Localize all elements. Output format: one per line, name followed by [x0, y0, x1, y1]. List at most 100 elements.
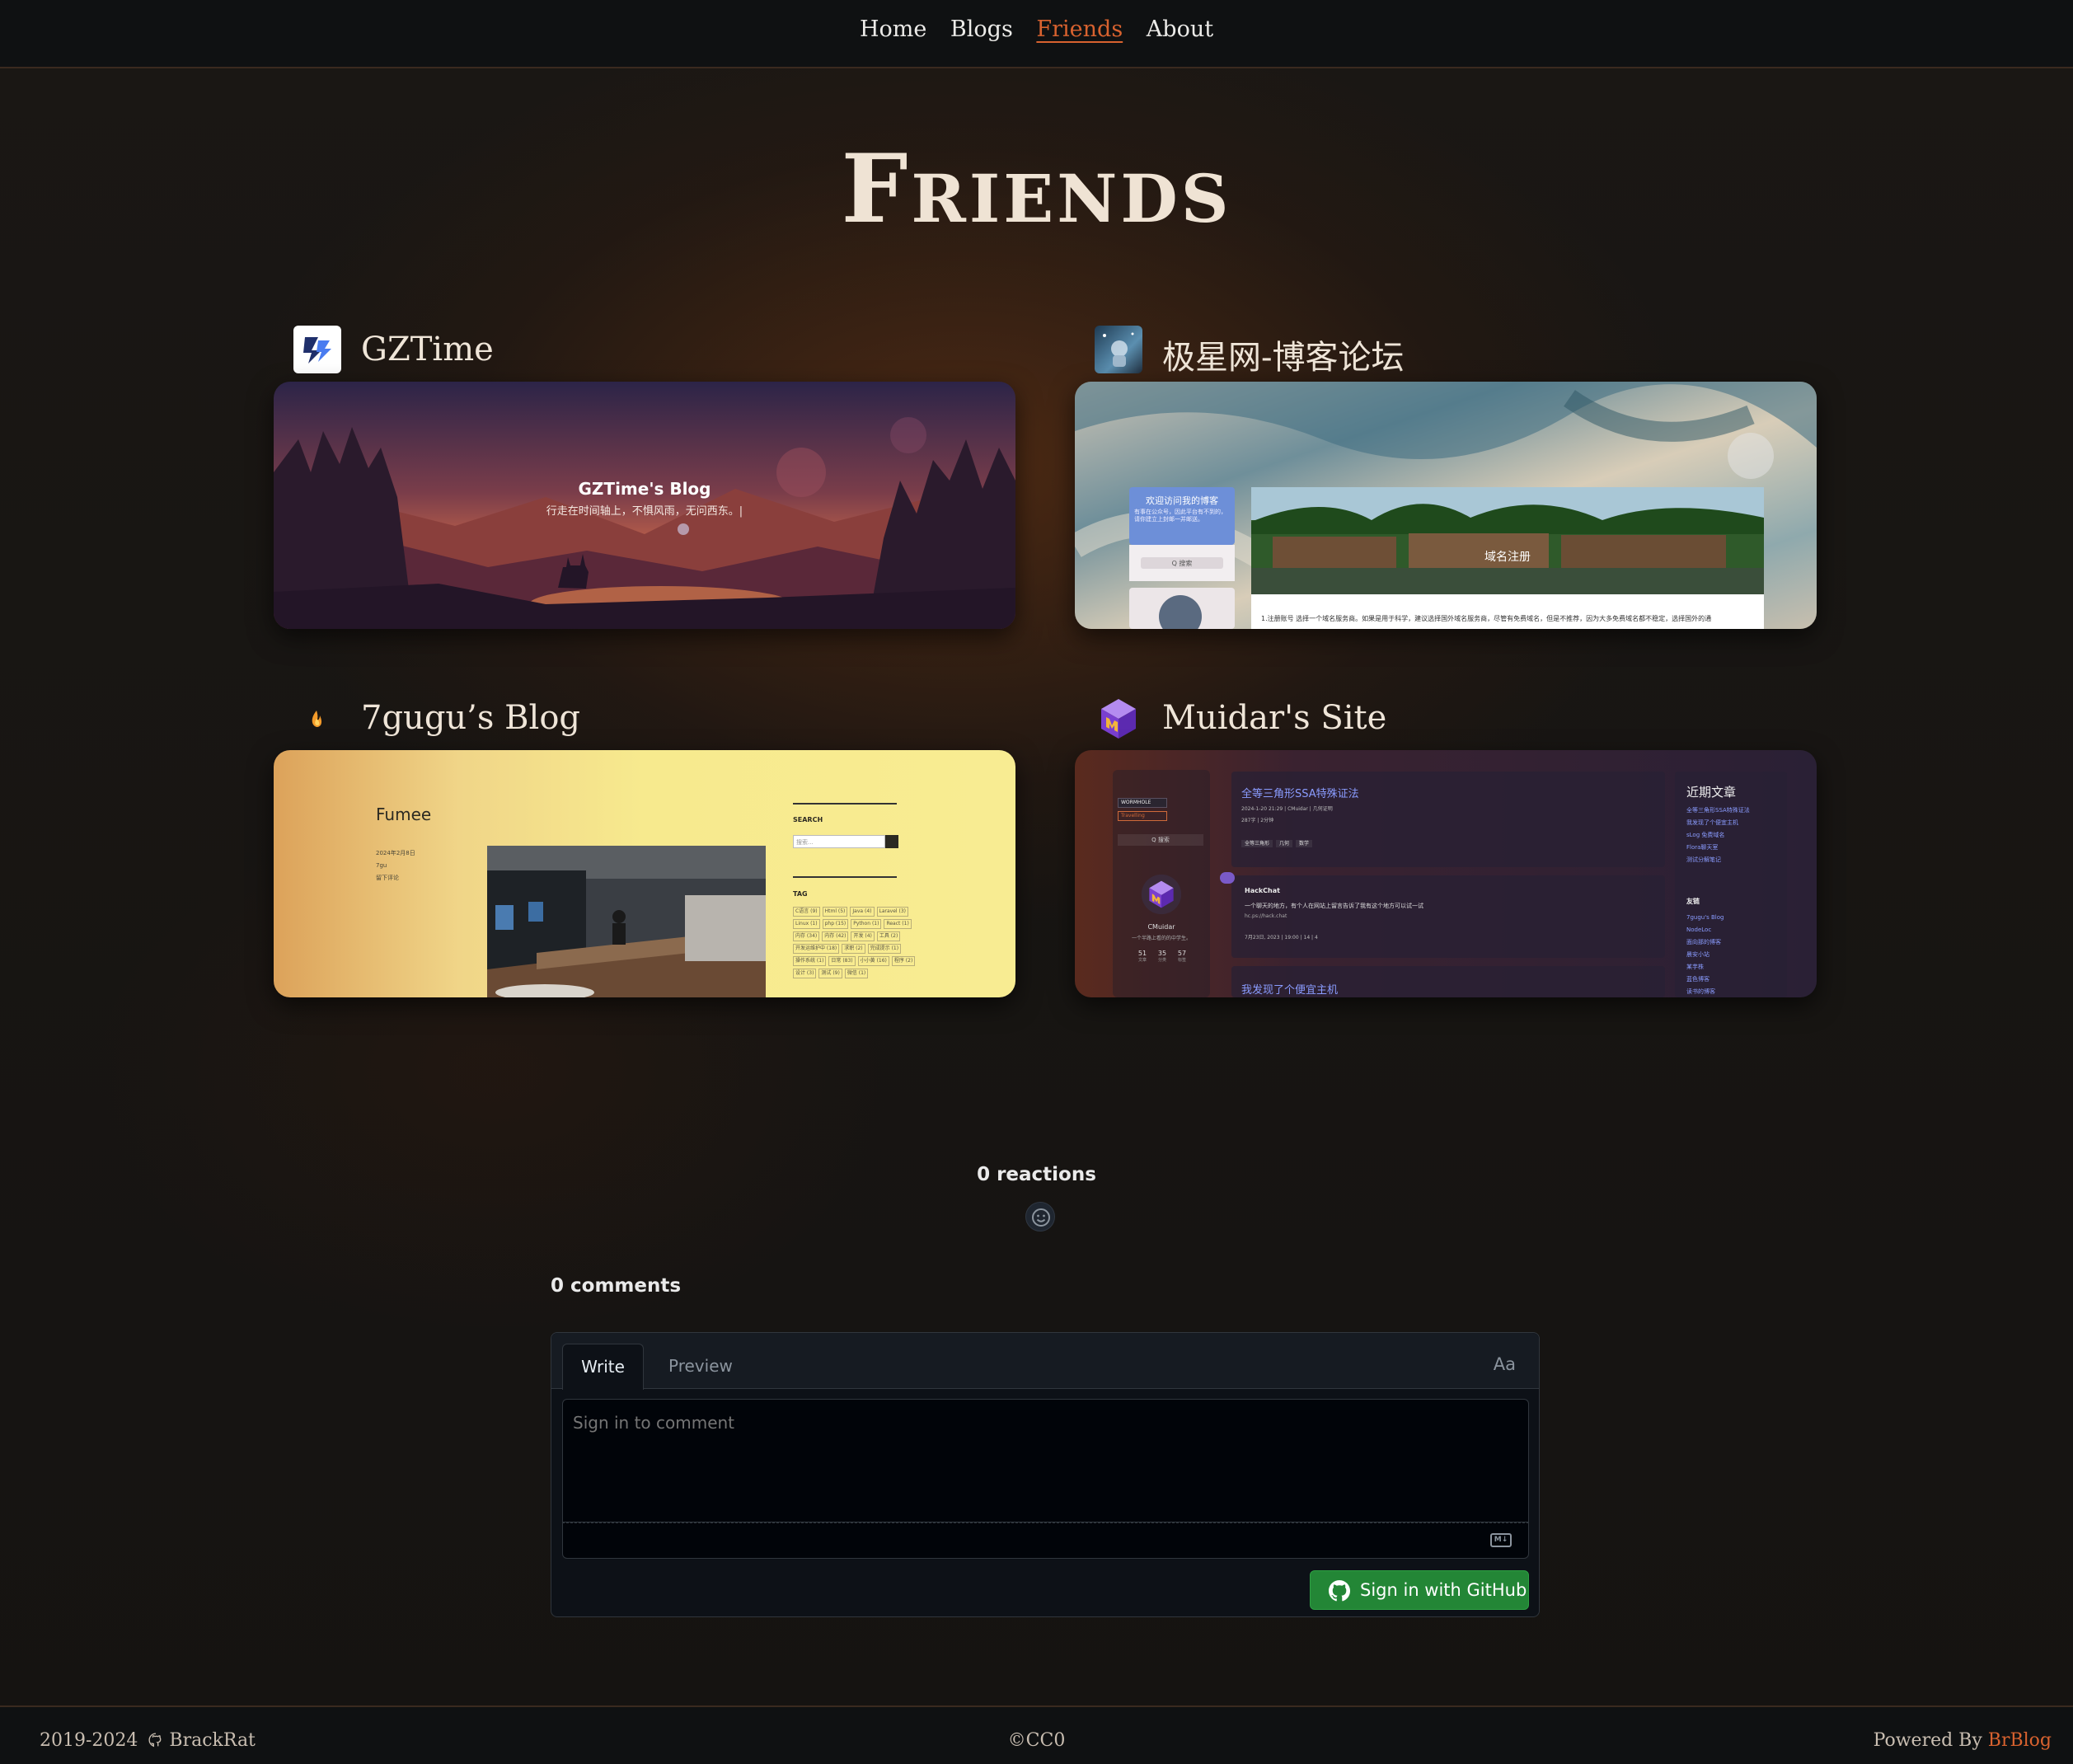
friend-card-gztime[interactable]: GZTime GZTime's Blog 行走在时间轴上，不惧风雨，无问西东。| — [274, 326, 1015, 629]
friend-name: GZTime — [361, 331, 494, 368]
friend-card-muidar[interactable]: Muidar's Site WORMHOLE Travelling Q 搜索 C… — [1075, 694, 1817, 997]
friend-name: Muidar's Site — [1162, 699, 1387, 737]
preview-links-title: 友链 — [1686, 898, 1700, 905]
recent-item: Flora聊天室 — [1686, 844, 1719, 851]
add-reaction-button[interactable] — [1025, 1202, 1055, 1232]
tag-chip: 完成提示 (1) — [867, 944, 902, 954]
tag-chip: 小小黄 (16) — [857, 956, 889, 966]
preview-post-title: 全等三角形SSA特殊证法 — [1241, 788, 1359, 800]
tag-chip: 求职 (2) — [842, 944, 865, 954]
tag-chip: React (1) — [884, 919, 912, 929]
tag-chip: Java (4) — [850, 907, 875, 917]
preview-hack-link: hc.ps://hack.chat — [1245, 913, 1287, 919]
signin-label: Sign in with GitHub — [1360, 1580, 1527, 1600]
preview-post-meta: 2024-1-20 21:29 | CMuidar | 几何证明 — [1241, 806, 1333, 812]
recent-item: sLog 免费域名 — [1686, 832, 1725, 838]
nav-friends[interactable]: Friends — [1036, 16, 1123, 42]
preview-meta: 2024年2月8日 7gu 留下评论 — [376, 847, 415, 884]
friend-preview-image[interactable]: Fumee 2024年2月8日 7gu 留下评论 SEARCH 搜索... TA… — [274, 750, 1015, 997]
preview-post-title-2: 我发现了个便宜主机 — [1241, 984, 1339, 997]
stat-label: 文章 — [1137, 958, 1147, 963]
page-title: Friends — [841, 134, 1232, 244]
preview-title: GZTime's Blog — [578, 479, 711, 499]
friend-link: 某芋株 — [1686, 964, 1704, 970]
smiley-icon — [1032, 1208, 1050, 1227]
tag-chip: Laravel (3) — [876, 907, 908, 917]
tag-chip: 日常 (83) — [828, 956, 856, 966]
nav-about[interactable]: About — [1147, 16, 1213, 42]
tag-chip: 工具 (2) — [876, 931, 901, 941]
scroll-indicator — [678, 523, 689, 535]
stat-label: 标签 — [1177, 958, 1186, 963]
preview-welcome: 欢迎访问我的博客 — [1146, 495, 1218, 506]
github-icon — [1329, 1580, 1350, 1602]
footer-powered-link[interactable]: BrBlog — [1988, 1730, 2052, 1751]
footer-license: ©CC0 — [1007, 1730, 1066, 1751]
friend-card-7gugu[interactable]: 7gugu’s Blog Fumee 2024年2月8日 7gu 留下评论 SE… — [274, 694, 1015, 997]
preview-hack-title: HackChat — [1245, 887, 1280, 894]
preview-search: Q 搜索 — [1118, 834, 1203, 846]
post-tag: 全等三角形 — [1241, 840, 1273, 847]
markdown-icon: M↓ — [1490, 1533, 1512, 1547]
preview-tag-title: TAG — [793, 890, 808, 898]
stat-value: 57 — [1177, 950, 1187, 957]
friend-preview-image[interactable]: GZTime's Blog 行走在时间轴上，不惧风雨，无问西东。| — [274, 382, 1015, 629]
stat-value: 35 — [1157, 950, 1167, 957]
preview-search: Q 搜索 — [1171, 560, 1193, 567]
tag-chip: C语言 (9) — [793, 907, 820, 917]
tag-chip: 内存 (34) — [793, 931, 820, 941]
friend-preview-image[interactable]: 欢迎访问我的博客 有事在公众号，因此平台有不到的，请你建立上封邮一并邮送。 Q … — [1075, 382, 1817, 629]
flame-icon — [293, 694, 341, 742]
markdown-bar: M↓ — [562, 1522, 1529, 1559]
tag-chip: Python (1) — [851, 919, 882, 929]
tag-chip: 内存 (42) — [822, 931, 849, 941]
tab-write[interactable]: Write — [562, 1344, 644, 1390]
tag-chip: 设计 (3) — [793, 969, 817, 978]
search-icon — [885, 835, 898, 848]
font-toggle-button[interactable]: Aa — [1494, 1354, 1516, 1374]
gztime-logo-icon — [293, 326, 341, 373]
nav-home[interactable]: Home — [860, 16, 926, 42]
preview-meta-author: 7gu — [376, 862, 387, 869]
comment-input[interactable] — [562, 1399, 1529, 1522]
preview-recent-title: 近期文章 — [1686, 785, 1737, 800]
preview-subtitle: 行走在时间轴上，不惧风雨，无问西东。| — [546, 505, 743, 518]
preview-meta-comment: 留下评论 — [376, 875, 399, 881]
preview-post-meta-2: 287字 | 2分钟 — [1241, 818, 1274, 823]
post-tag: 几何 — [1276, 840, 1293, 847]
post-tag: 数学 — [1296, 840, 1313, 847]
comment-box: Write Preview Aa M↓ Sign in with GitHub — [551, 1332, 1540, 1617]
tag-chip: 微信 (1) — [844, 969, 869, 978]
preview-hack-meta: 7月23日, 2023 | 19:00 | 14 | 4 — [1245, 935, 1318, 941]
friend-link: 7gugu's Blog — [1686, 914, 1724, 921]
footer: 2019-2024 BrackRat ©CC0 Powered By BrBlo… — [0, 1705, 2073, 1764]
recent-item: 测试分解笔记 — [1686, 856, 1721, 863]
preview-search-input: 搜索... — [793, 835, 885, 848]
astronaut-avatar-icon — [1095, 326, 1142, 373]
preview-photo — [487, 846, 766, 997]
tag-chip: 程序 (2) — [891, 956, 916, 966]
preview-body-text: 1.注册账号 选择一个域名服务商。如果是用于科学，建议选择国外域名服务商，尽管有… — [1261, 615, 1712, 622]
preview-links-list: 7gugu's Blog NodeLoc 面向那的博客 晨安小站 某芋株 蓝色博… — [1686, 912, 1724, 997]
author-avatar — [1141, 874, 1182, 915]
friend-link: 蓝色博客 — [1686, 976, 1710, 983]
preview-stats: 51 35 57 文章 分类 标签 — [1133, 950, 1198, 963]
preview-badge-travelling: Travelling — [1118, 811, 1167, 821]
tag-chip: 开发 (4) — [851, 931, 875, 941]
preview-hack-text: 一个聊天的地方，有个人在网站上留言告诉了我有这个地方可以试一试 — [1245, 903, 1423, 909]
nav-blogs[interactable]: Blogs — [950, 16, 1013, 42]
friend-preview-image[interactable]: WORMHOLE Travelling Q 搜索 CMuidar 一个半路上看的… — [1075, 750, 1817, 997]
preview-recent-list: 全等三角形SSA特殊证法 我发现了个便宜主机 sLog 免费域名 Flora聊天… — [1686, 805, 1750, 866]
top-nav: Home Blogs Friends About — [0, 0, 2073, 68]
tag-chip: 测试 (9) — [818, 969, 842, 978]
preview-badge-wormhole: WORMHOLE — [1118, 798, 1167, 808]
friend-card-jixing[interactable]: 极星网-博客论坛 欢迎访问我的博客 有事在公众号，因此平台有不到的，请你建立上封… — [1075, 326, 1817, 629]
recent-item: 我发现了个便宜主机 — [1686, 819, 1738, 826]
friend-link: 晨安小站 — [1686, 951, 1710, 958]
tab-preview[interactable]: Preview — [668, 1356, 733, 1376]
tag-chip: Html (5) — [822, 907, 848, 917]
friend-link: 读书的博客 — [1686, 988, 1715, 995]
signin-github-button[interactable]: Sign in with GitHub — [1310, 1570, 1529, 1610]
cube-logo-icon — [1095, 694, 1142, 742]
footer-powered: Powered By BrBlog — [1874, 1730, 2052, 1751]
